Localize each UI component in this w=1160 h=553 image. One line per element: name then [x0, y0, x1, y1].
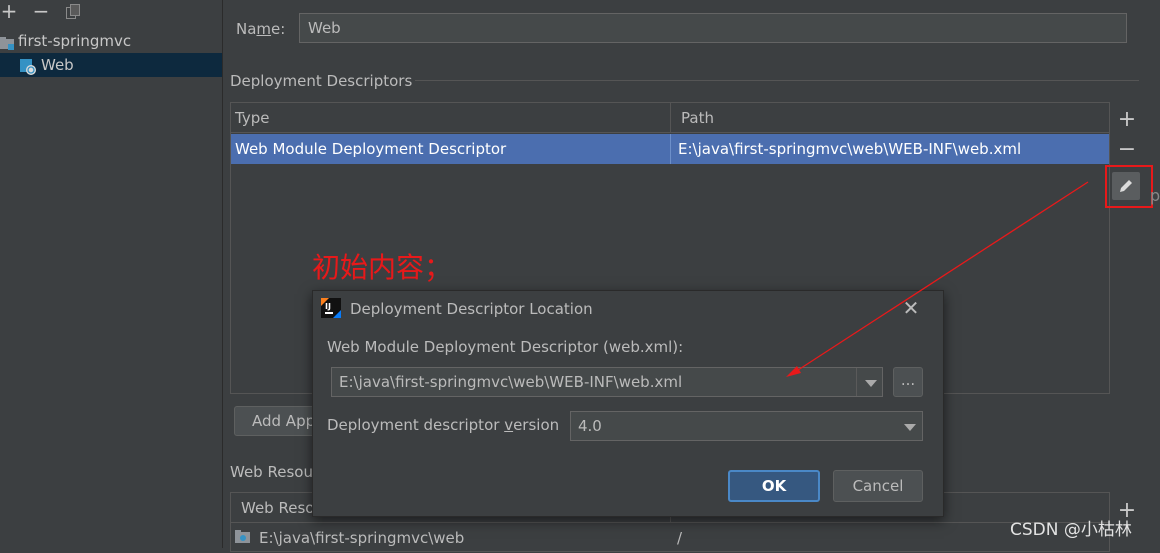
- annotation-arrow: [786, 181, 1089, 377]
- watermark: CSDN @小枯林: [1010, 520, 1132, 540]
